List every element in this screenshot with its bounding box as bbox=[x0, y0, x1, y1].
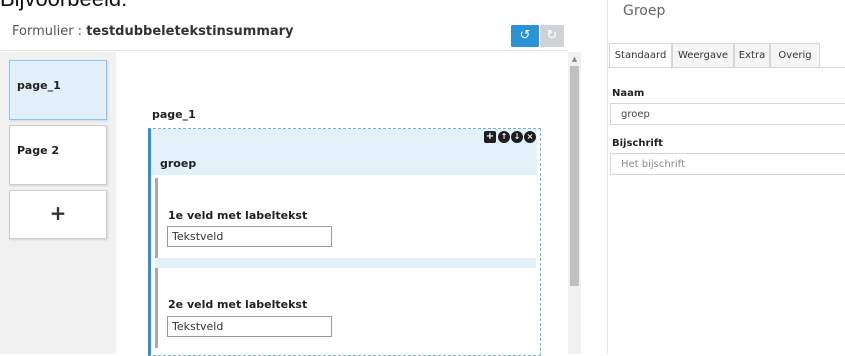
text-field-2[interactable] bbox=[167, 316, 332, 337]
page-card-label: Page 2 bbox=[17, 144, 60, 157]
redo-button[interactable]: ↻ bbox=[540, 25, 564, 47]
field-separator bbox=[155, 258, 536, 268]
tab-standaard[interactable]: Standaard bbox=[609, 43, 672, 69]
caption-input[interactable] bbox=[610, 153, 845, 175]
undo-button[interactable]: ↺ bbox=[511, 25, 539, 47]
scroll-up-arrow-icon[interactable]: ▲ bbox=[570, 54, 579, 64]
plus-icon: + bbox=[49, 201, 67, 225]
name-label: Naam bbox=[612, 88, 645, 99]
page-card-page-1[interactable]: page_1 bbox=[9, 60, 107, 120]
field-label: 2e veld met labeltekst bbox=[168, 298, 308, 311]
tab-extra[interactable]: Extra bbox=[734, 43, 770, 68]
add-page-button[interactable]: + bbox=[9, 190, 107, 239]
page-card-page-2[interactable]: Page 2 bbox=[9, 125, 107, 185]
group-header[interactable] bbox=[151, 129, 537, 175]
group-title: groep bbox=[160, 157, 197, 170]
tab-weergave[interactable]: Weergave bbox=[672, 43, 734, 68]
text-field-1[interactable] bbox=[167, 226, 332, 247]
name-input[interactable] bbox=[610, 103, 845, 125]
page-title: page_1 bbox=[152, 108, 196, 121]
redo-icon: ↻ bbox=[546, 28, 558, 43]
form-title-label: Formulier : bbox=[12, 24, 87, 39]
form-title-name: testdubbeletekstinsummary bbox=[86, 24, 294, 39]
caption-label: Bijschrift bbox=[612, 138, 663, 149]
undo-icon: ↺ bbox=[519, 28, 531, 43]
properties-title: Groep bbox=[623, 3, 666, 19]
page-card-label: page_1 bbox=[17, 79, 61, 92]
tabs-divider bbox=[608, 67, 845, 68]
form-title: Formulier : testdubbeletekstinsummary bbox=[12, 24, 294, 39]
canvas-scrollbar-thumb[interactable] bbox=[570, 66, 579, 286]
tab-overig[interactable]: Overig bbox=[770, 43, 820, 68]
field-label: 1e veld met labeltekst bbox=[168, 209, 308, 222]
move-up-icon[interactable]: ↑ bbox=[498, 131, 510, 143]
move-down-icon[interactable]: ↓ bbox=[511, 131, 523, 143]
remove-icon[interactable]: × bbox=[524, 131, 536, 143]
add-element-icon[interactable]: + bbox=[484, 131, 496, 143]
document-caption: Bijvoorbeeld: bbox=[0, 0, 127, 12]
